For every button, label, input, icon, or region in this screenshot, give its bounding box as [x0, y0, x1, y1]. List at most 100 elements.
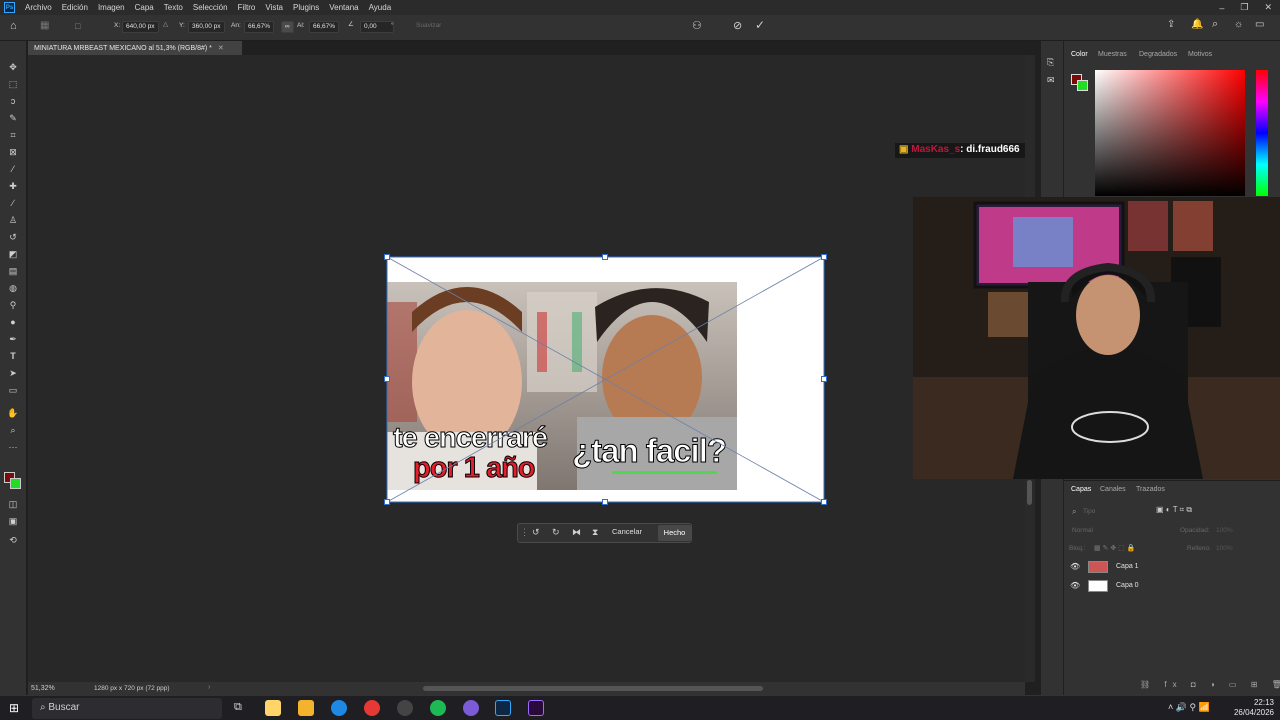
menu-ventana[interactable]: Ventana	[324, 3, 363, 12]
angle-field[interactable]: 0,00	[360, 21, 394, 33]
lightbulb-icon[interactable]: ☼	[1234, 19, 1243, 30]
lock-icons[interactable]: ▦ ✎ ✥ ⬚ 🔒	[1094, 544, 1135, 552]
tab-swatches[interactable]: Muestras	[1098, 51, 1127, 58]
menu-texto[interactable]: Texto	[159, 3, 188, 12]
transform-handle-top-left[interactable]	[384, 254, 390, 260]
status-arrow-icon[interactable]: ›	[208, 684, 210, 691]
more-tools-icon[interactable]: ···	[6, 441, 20, 453]
menu-imagen[interactable]: Imagen	[93, 3, 130, 12]
layer-row[interactable]: 👁 Capa 0	[1066, 578, 1276, 596]
drag-grip-icon[interactable]: ⋮	[520, 527, 529, 538]
background-color-swatch[interactable]	[10, 478, 21, 489]
rectangle-tool-icon[interactable]: ▭	[6, 384, 20, 396]
generative-tool-icon[interactable]: ⟲	[6, 534, 20, 546]
smooth-checkbox-label[interactable]: Suavizar	[416, 22, 441, 29]
document-tab[interactable]: MINIATURA MRBEAST MEXICANO al 51,3% (RGB…	[28, 41, 242, 55]
tab-patterns[interactable]: Motivos	[1188, 51, 1212, 58]
tab-gradients[interactable]: Degradados	[1139, 51, 1177, 58]
quick-select-tool-icon[interactable]: ✎	[6, 112, 20, 124]
commit-transform-icon[interactable]: ✓	[755, 18, 765, 32]
marquee-tool-icon[interactable]: ⬚	[6, 78, 20, 90]
fill-field[interactable]: 100%	[1216, 545, 1233, 552]
vertical-scroll-thumb[interactable]	[1027, 480, 1032, 505]
photoshop-taskbar-icon[interactable]	[495, 700, 511, 716]
share-icon[interactable]: ⇪	[1167, 19, 1175, 30]
warp-mode-icon[interactable]: ⚇	[692, 19, 702, 32]
comments-panel-icon[interactable]: ✉	[1047, 75, 1055, 86]
file-explorer-icon[interactable]	[265, 700, 281, 716]
taskbar-clock[interactable]: 22:13 26/04/2026	[1234, 698, 1274, 718]
layer-name[interactable]: Capa 1	[1116, 563, 1139, 570]
notifications-icon[interactable]: 🔔	[1191, 19, 1203, 30]
y-position-field[interactable]: 360,00 px	[188, 21, 225, 33]
width-field[interactable]: 66,67%	[244, 21, 275, 33]
layer-filter-icons[interactable]: ▣ ◐ T ⌗ ⧉	[1156, 505, 1192, 515]
type-tool-icon[interactable]: T	[6, 350, 20, 362]
menu-seleccion[interactable]: Selección	[188, 3, 233, 12]
document-info[interactable]: 1280 px x 720 px (72 ppp)	[94, 685, 170, 692]
menu-plugins[interactable]: Plugins	[288, 3, 324, 12]
edge-icon[interactable]	[331, 700, 347, 716]
history-panel-icon[interactable]: ⎘	[1047, 57, 1054, 68]
clone-stamp-tool-icon[interactable]: ♙	[6, 214, 20, 226]
cancel-button[interactable]: Cancelar	[612, 527, 642, 536]
transform-handle-left[interactable]	[384, 376, 390, 382]
layer-row[interactable]: 👁 Capa 1	[1066, 559, 1276, 577]
transform-handle-top[interactable]	[602, 254, 608, 260]
x-position-field[interactable]: 640,00 px	[122, 21, 159, 33]
menu-capa[interactable]: Capa	[130, 3, 159, 12]
hue-slider[interactable]	[1256, 70, 1268, 196]
tab-paths[interactable]: Trazados	[1136, 486, 1165, 493]
frame-tool-icon[interactable]: ⊠	[6, 146, 20, 158]
premiere-taskbar-icon[interactable]	[528, 700, 544, 716]
brush-tool-icon[interactable]: ∕	[6, 197, 20, 209]
transform-handle-bottom-left[interactable]	[384, 499, 390, 505]
tab-layers[interactable]: Capas	[1071, 486, 1091, 493]
flip-vertical-icon[interactable]: ⧗	[592, 527, 598, 538]
blur-tool-icon[interactable]: ◍	[6, 282, 20, 294]
folder-icon[interactable]	[298, 700, 314, 716]
panel-background-swatch[interactable]	[1077, 80, 1088, 91]
transform-handle-top-right[interactable]	[821, 254, 827, 260]
reference-point-icon[interactable]: □	[75, 21, 80, 31]
transform-handle-right[interactable]	[821, 376, 827, 382]
transform-mode-icon[interactable]: ▦	[40, 20, 49, 31]
restore-icon[interactable]: ❐	[1240, 2, 1248, 13]
layer-action-icons[interactable]: ⛓ fx ◘ ◑ ▭ ⊞ 🗑	[1140, 680, 1280, 689]
link-proportions-icon[interactable]: ∞	[281, 21, 294, 33]
screen-mode-icon[interactable]: ▣	[6, 515, 20, 527]
task-view-icon[interactable]: ⧉	[234, 701, 242, 714]
close-tab-icon[interactable]: ✕	[218, 45, 224, 52]
github-icon[interactable]	[397, 700, 413, 716]
layer-filter-input[interactable]: Tipo	[1083, 508, 1095, 515]
menu-archivo[interactable]: Archivo	[20, 3, 57, 12]
zoom-level[interactable]: 51,32%	[31, 685, 55, 692]
tab-color[interactable]: Color	[1071, 51, 1088, 58]
workspace-icon[interactable]: ▭	[1255, 19, 1264, 30]
transform-handle-bottom-right[interactable]	[821, 499, 827, 505]
horizontal-scrollbar[interactable]	[423, 686, 763, 691]
color-picker-field[interactable]	[1095, 70, 1245, 196]
menu-filtro[interactable]: Filtro	[233, 3, 261, 12]
dodge-tool-icon[interactable]: ⚲	[6, 299, 20, 311]
menu-vista[interactable]: Vista	[260, 3, 288, 12]
spotify-icon[interactable]	[430, 700, 446, 716]
move-tool-icon[interactable]: ✥	[6, 61, 20, 73]
sponge-tool-icon[interactable]: ●	[6, 316, 20, 328]
menu-ayuda[interactable]: Ayuda	[364, 3, 397, 12]
rotate-left-icon[interactable]: ↺	[532, 527, 540, 538]
pen-tool-icon[interactable]: ✒	[6, 333, 20, 345]
taskbar-search[interactable]: ⌕ Buscar	[32, 698, 222, 719]
history-brush-tool-icon[interactable]: ↺	[6, 231, 20, 243]
lasso-tool-icon[interactable]: ↄ	[6, 95, 20, 107]
gradient-tool-icon[interactable]: ▤	[6, 265, 20, 277]
opacity-field[interactable]: 100%	[1216, 527, 1233, 534]
eraser-tool-icon[interactable]: ◩	[6, 248, 20, 260]
zoom-tool-icon[interactable]: ⌕	[6, 424, 20, 436]
flip-horizontal-icon[interactable]: ⧓	[572, 527, 581, 538]
quick-mask-icon[interactable]: ◫	[6, 498, 20, 510]
visibility-eye-icon[interactable]: 👁	[1070, 562, 1080, 571]
hand-tool-icon[interactable]: ✋	[6, 407, 20, 419]
tray-icons[interactable]: ˄ 🔊 ⚲ 📶	[1168, 702, 1210, 713]
blend-mode-select[interactable]: Normal	[1072, 527, 1093, 534]
